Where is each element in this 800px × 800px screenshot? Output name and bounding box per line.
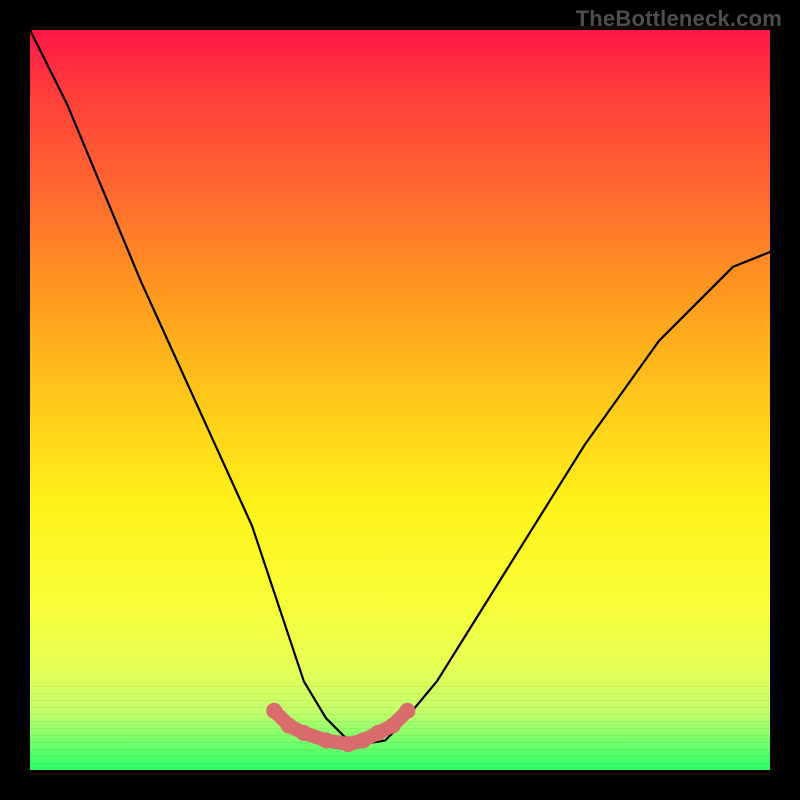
plot-area xyxy=(30,30,770,770)
bottleneck-curve xyxy=(30,30,770,744)
highlight-dots xyxy=(266,703,415,752)
highlight-dot xyxy=(296,725,312,741)
highlight-dot xyxy=(340,736,356,752)
curve-layer xyxy=(30,30,770,770)
watermark-text: TheBottleneck.com xyxy=(576,6,782,32)
highlight-dot xyxy=(399,703,415,719)
highlight-dot xyxy=(370,725,386,741)
chart-frame: TheBottleneck.com xyxy=(0,0,800,800)
highlight-dot xyxy=(281,718,297,734)
highlight-dot xyxy=(355,732,371,748)
highlight-dot xyxy=(385,718,401,734)
highlight-dot xyxy=(266,703,282,719)
highlight-dot xyxy=(318,732,334,748)
